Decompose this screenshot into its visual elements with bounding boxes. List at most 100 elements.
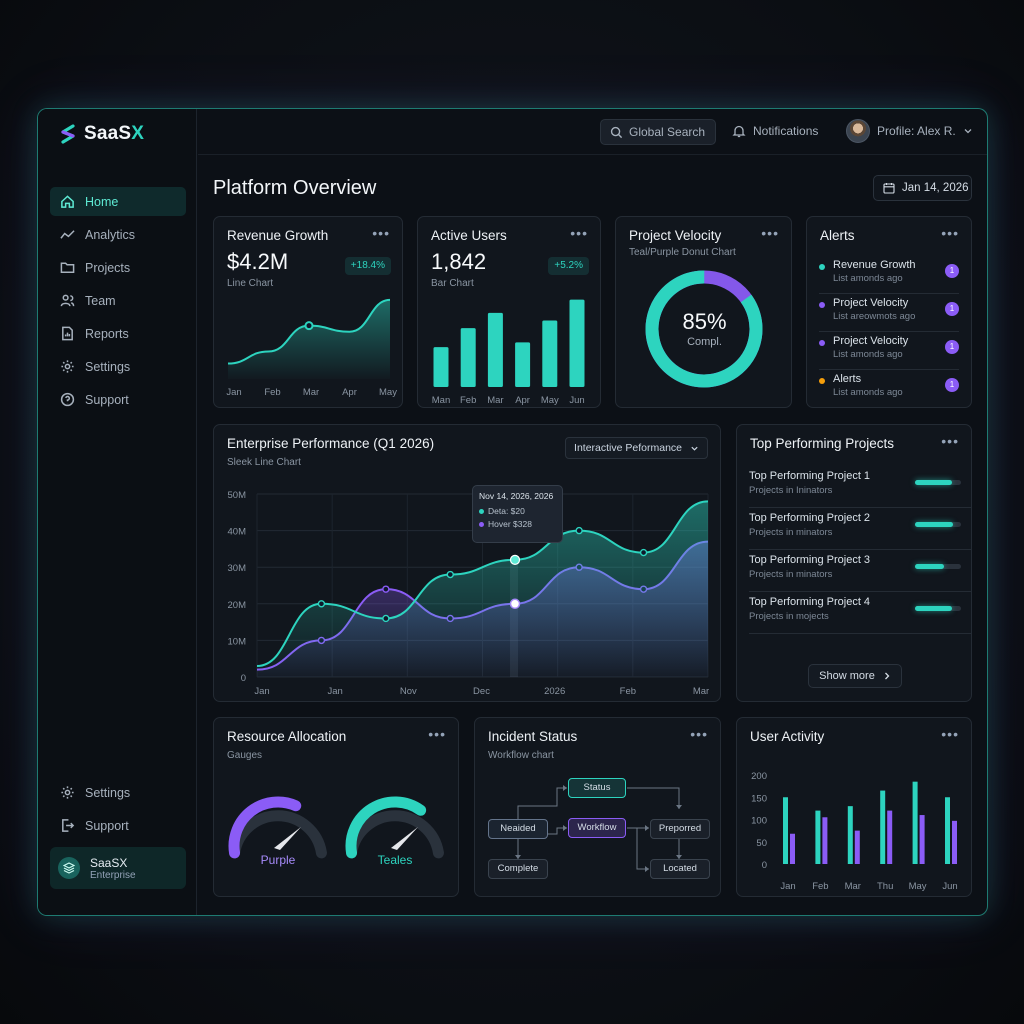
- logo[interactable]: SaaSX: [58, 123, 144, 145]
- enterprise-card[interactable]: SaaSX Enterprise: [50, 847, 186, 889]
- sidebar-item-projects[interactable]: Projects: [50, 253, 186, 282]
- sidebar-item-analytics[interactable]: Analytics: [50, 220, 186, 249]
- tooltip-line-1: Deta: $20: [479, 506, 556, 516]
- sidebar-item-team[interactable]: Team: [50, 286, 186, 315]
- bar: [815, 810, 821, 864]
- x-tick-label: Man: [432, 395, 450, 406]
- workflow-node-status[interactable]: Status: [568, 778, 626, 798]
- project-row[interactable]: Top Performing Project 2 Projects in min…: [749, 508, 971, 550]
- alert-item[interactable]: Project Velocity List areowmots ago 1: [819, 296, 959, 332]
- progress-fill: [915, 480, 952, 485]
- sidebar-item-home[interactable]: Home: [50, 187, 186, 216]
- bar: [912, 781, 918, 864]
- tooltip-date: Nov 14, 2026, 2026: [479, 491, 554, 501]
- alert-title: Project Velocity: [833, 335, 909, 347]
- workflow-node-needed[interactable]: Neaided: [488, 819, 548, 839]
- progress-fill: [915, 564, 944, 569]
- sidebar-item-support[interactable]: Support: [50, 385, 186, 414]
- sidebar-item-reports[interactable]: Reports: [50, 319, 186, 348]
- search-input[interactable]: Global Search: [600, 119, 716, 145]
- project-row[interactable]: Top Performing Project 1 Projects in Ini…: [749, 466, 971, 508]
- date-picker[interactable]: Jan 14, 2026: [873, 175, 972, 201]
- top-projects-card: Top Performing Projects ••• Top Performi…: [736, 424, 972, 702]
- data-point: [639, 548, 648, 557]
- show-more-label: Show more: [819, 670, 875, 682]
- x-tick-label: Apr: [515, 395, 530, 406]
- alert-subtitle: List amonds ago: [833, 349, 903, 360]
- x-tick-label: Nov: [400, 686, 417, 697]
- alert-badge: 1: [945, 264, 959, 278]
- workflow-node-workflow[interactable]: Workflow: [568, 818, 626, 838]
- y-tick-label: 10M: [228, 636, 247, 647]
- bar: [887, 810, 893, 864]
- chart-tooltip: Nov 14, 2026, 2026 Deta: $20 Hover $328: [472, 485, 563, 543]
- calendar-icon: [883, 183, 895, 194]
- folder-icon: [60, 262, 75, 273]
- bar: [880, 790, 886, 864]
- gauge-label-purple: Purple: [260, 853, 296, 867]
- bar: [460, 328, 476, 387]
- hover-point: [509, 598, 521, 610]
- show-more-button[interactable]: Show more: [808, 664, 902, 688]
- x-tick-label: Jan: [226, 387, 241, 398]
- gauges: [228, 796, 444, 859]
- user-activity-chart: 200 150 100 50 0 Jan Feb Mar Thu May Jun: [751, 771, 958, 892]
- status-dot: [819, 302, 825, 308]
- gauge-label-teal: Teales: [377, 853, 413, 867]
- alert-item[interactable]: Revenue Growth List amonds ago 1: [819, 258, 959, 294]
- donut-label: Compl.: [687, 336, 722, 348]
- y-tick-label: 150: [751, 793, 767, 804]
- project-title: Top Performing Project 2: [749, 512, 871, 524]
- active-users-card: Active Users ••• 1,842 +5.2% Bar Chart M…: [417, 216, 601, 408]
- logout-icon: [62, 819, 75, 832]
- sidebar-item-label: Projects: [85, 260, 131, 275]
- sidebar-item-label: Team: [85, 293, 116, 308]
- sidebar-item-settings[interactable]: Settings: [50, 352, 186, 381]
- alert-title: Project Velocity: [833, 297, 909, 309]
- gauge-fill: [228, 796, 302, 859]
- y-tick-label: 200: [751, 771, 767, 782]
- workflow-node-complete[interactable]: Complete: [488, 859, 548, 879]
- more-icon[interactable]: •••: [941, 225, 959, 241]
- data-point: [382, 614, 390, 623]
- project-title: Top Performing Project 1: [749, 470, 871, 482]
- alert-badge: 1: [945, 302, 959, 316]
- profile-menu[interactable]: Profile: Alex R.: [846, 119, 973, 143]
- profile-label: Profile: Alex R.: [877, 124, 956, 138]
- project-row[interactable]: Top Performing Project 3 Projects in min…: [749, 550, 971, 592]
- sidebar-item-settings-bottom[interactable]: Settings: [50, 778, 186, 807]
- notifications-button[interactable]: Notifications: [732, 124, 818, 138]
- x-tick-label: Feb: [620, 686, 636, 697]
- project-title: Top Performing Project 4: [749, 596, 871, 608]
- x-tick-label: May: [541, 395, 559, 406]
- progress-bar: [915, 480, 961, 485]
- bar: [542, 320, 558, 387]
- x-tick-label: Mar: [487, 395, 503, 406]
- project-row[interactable]: Top Performing Project 4 Projects in moj…: [749, 592, 971, 634]
- sidebar-item-label: Settings: [85, 359, 131, 374]
- bar: [569, 299, 585, 387]
- progress-fill: [915, 522, 953, 527]
- performance-chart[interactable]: 50M 40M 30M 20M 10M 0 Jan Jan Nov Dec 2026 Feb Mar: [214, 425, 722, 703]
- bar: [783, 797, 788, 864]
- y-tick-label: 40M: [228, 527, 247, 538]
- workflow-node-located[interactable]: Located: [650, 859, 710, 879]
- progress-bar: [915, 564, 961, 569]
- sidebar-item-support-bottom[interactable]: Support: [50, 811, 186, 840]
- y-tick-label: 50: [756, 838, 767, 849]
- project-subtitle: Projects in Ininators: [749, 485, 833, 496]
- sidebar-item-label: Support: [85, 818, 129, 833]
- revenue-point: [304, 321, 314, 331]
- project-subtitle: Projects in minators: [749, 527, 833, 538]
- x-tick-label: Jan: [328, 686, 343, 697]
- x-tick-label: Dec: [473, 686, 490, 697]
- home-icon: [61, 195, 74, 208]
- card-title: Alerts: [820, 228, 855, 243]
- alert-item[interactable]: Alerts List amonds ago 1: [819, 372, 959, 408]
- more-icon[interactable]: •••: [941, 433, 959, 449]
- project-velocity-card: Project Velocity ••• Teal/Purple Donut C…: [615, 216, 792, 408]
- x-tick-label: Jan: [254, 686, 269, 697]
- alert-item[interactable]: Project Velocity List amonds ago 1: [819, 334, 959, 370]
- workflow-node-prepared[interactable]: Preporred: [650, 819, 710, 839]
- legend-dot: [479, 508, 484, 514]
